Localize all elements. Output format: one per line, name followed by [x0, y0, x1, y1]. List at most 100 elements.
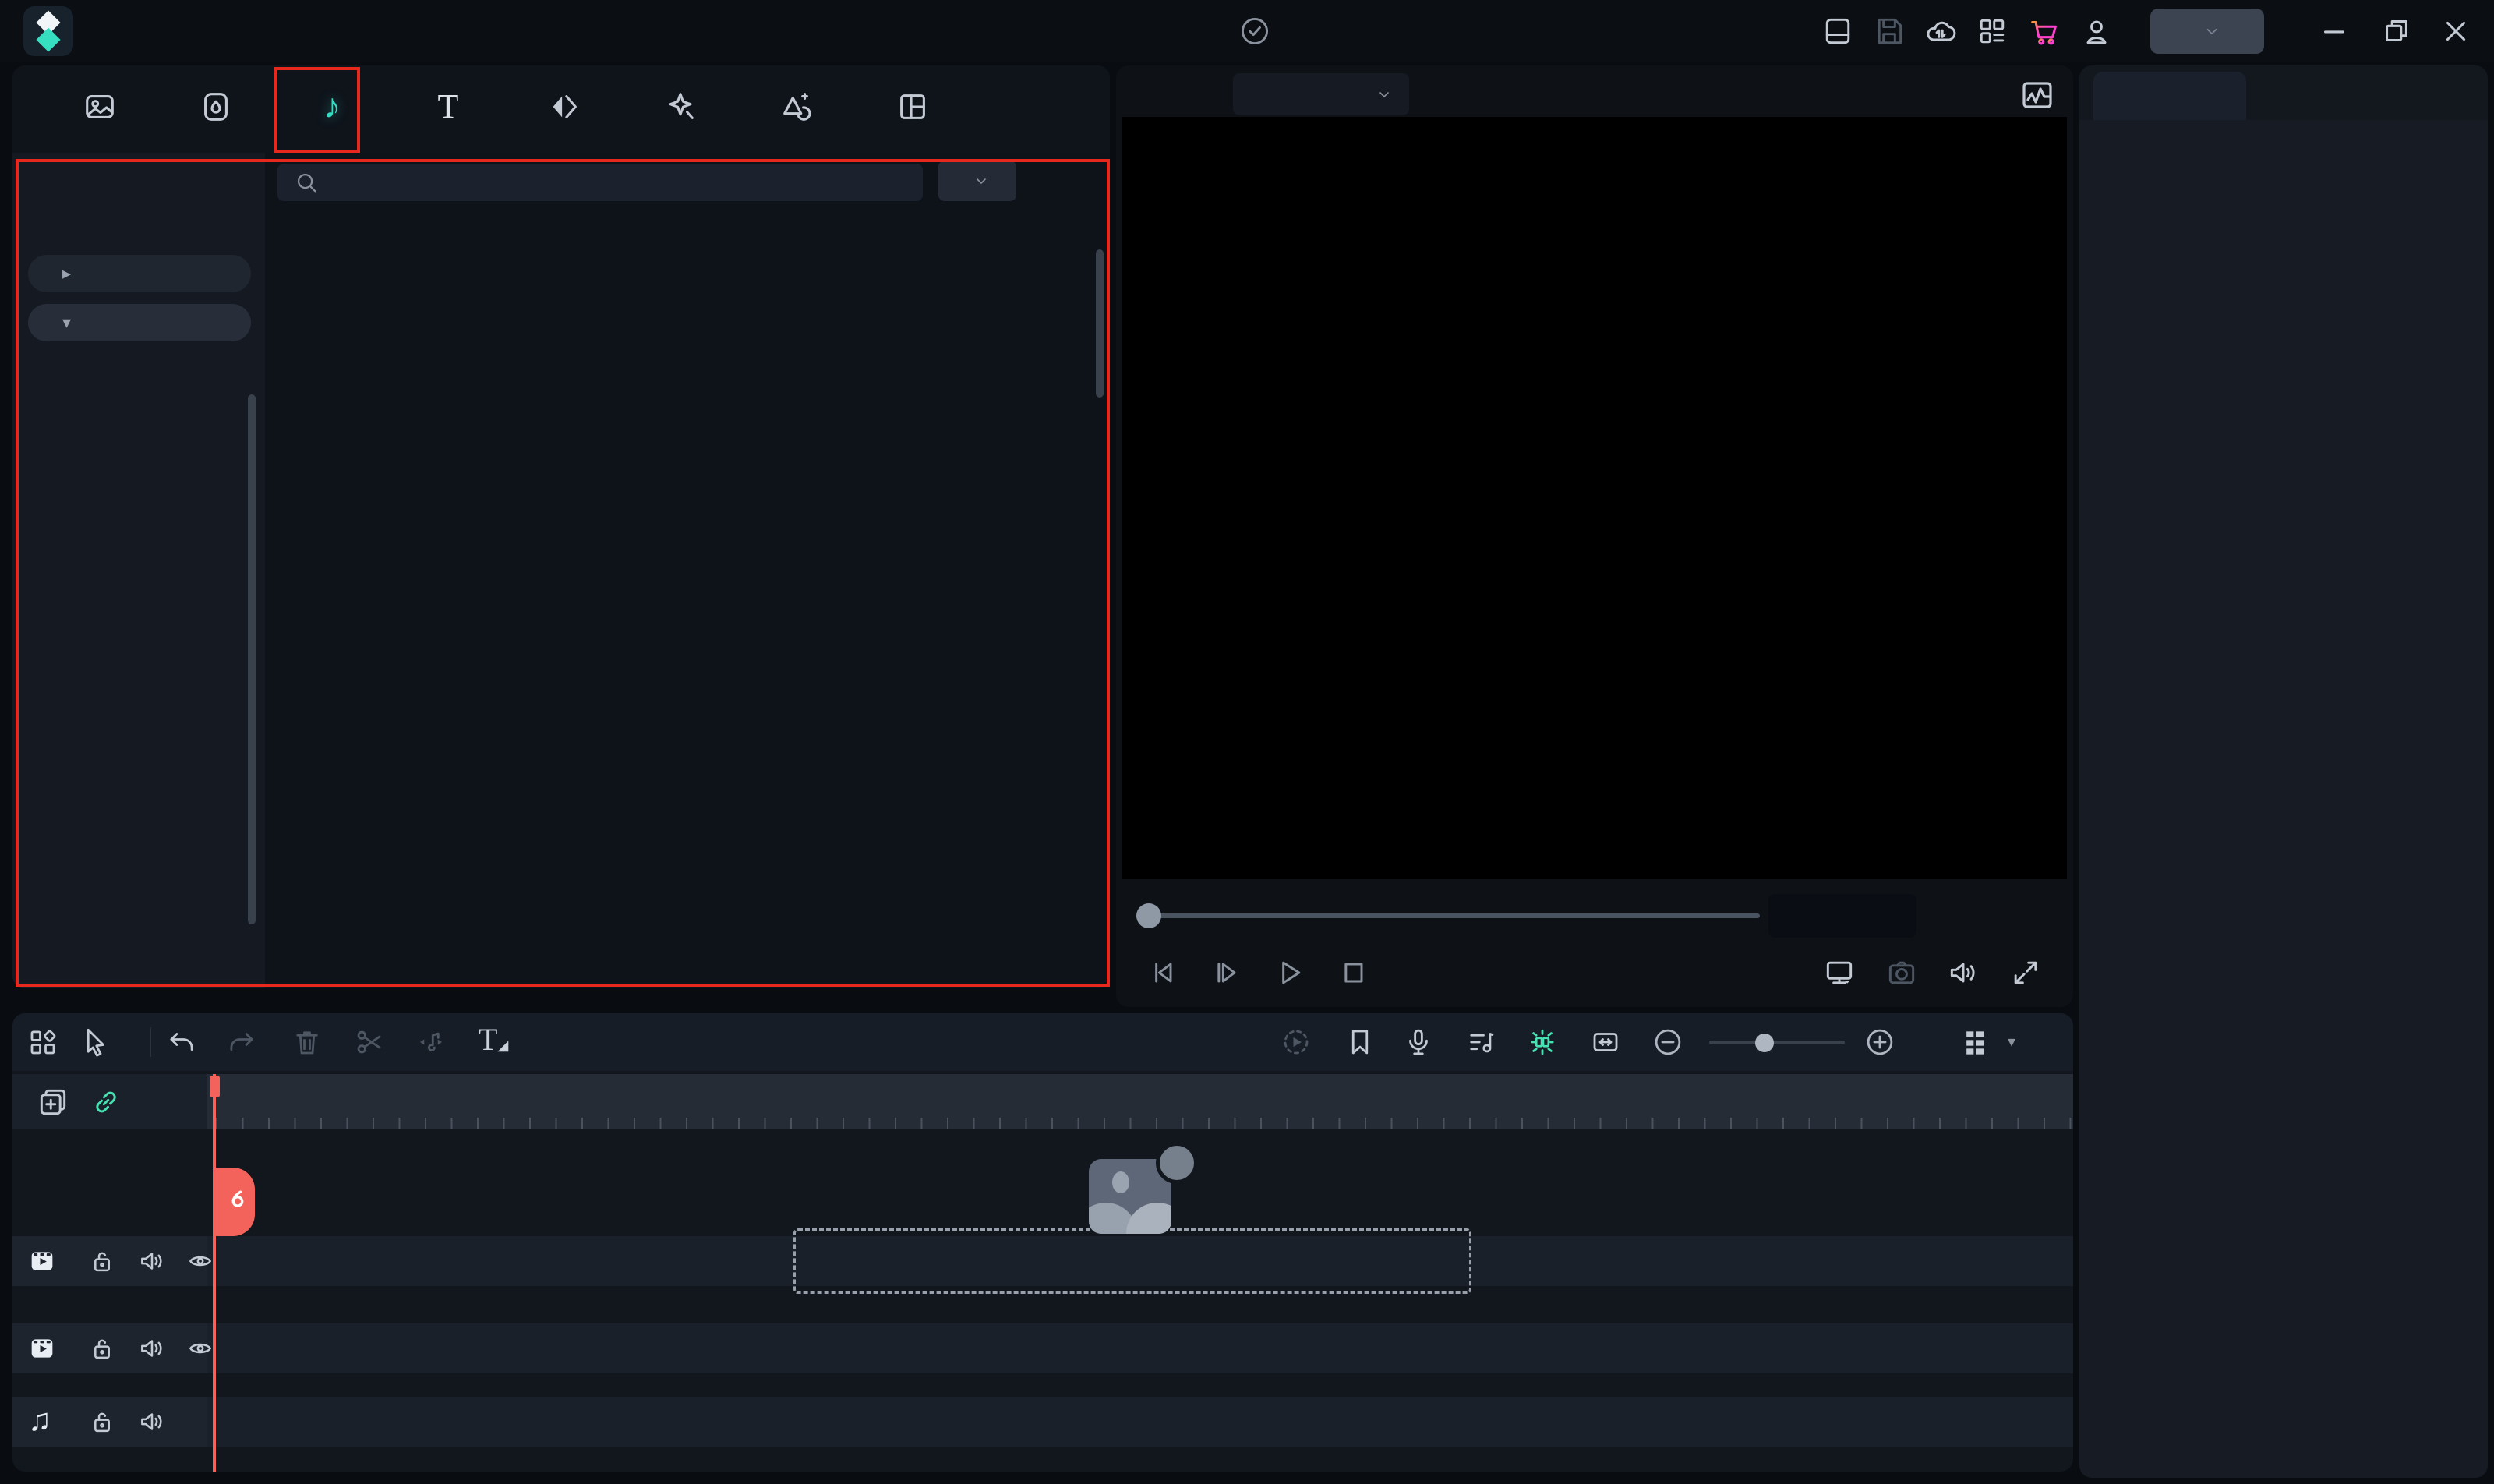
- audio-track-1-lane[interactable]: [207, 1397, 2073, 1447]
- volume-button[interactable]: [1946, 956, 1980, 990]
- stock-icon: [198, 89, 234, 125]
- restore-button[interactable]: [2379, 0, 2415, 62]
- sticker-icon: [779, 89, 814, 125]
- media-board-icon[interactable]: [26, 1026, 59, 1058]
- export-button[interactable]: [2150, 9, 2264, 54]
- more-options-button[interactable]: [1044, 164, 1091, 198]
- tab-stock-library[interactable]: [169, 70, 263, 148]
- record-voiceover-icon[interactable]: [1402, 1026, 1435, 1058]
- eye-icon[interactable]: [185, 1246, 215, 1276]
- tab-project-info[interactable]: [2093, 72, 2246, 120]
- music-note-icon: ♪: [323, 90, 341, 124]
- chevron-down-icon: [1375, 85, 1394, 104]
- tab-effects[interactable]: [634, 70, 727, 148]
- video-track-1-header: [12, 1323, 207, 1373]
- text-icon: T: [438, 90, 459, 124]
- text-tool-icon[interactable]: T◢: [479, 1021, 508, 1058]
- asset-tabstrip: ♪ T: [12, 65, 1110, 153]
- display-device-button[interactable]: [1822, 956, 1856, 990]
- minimize-button[interactable]: [2316, 0, 2352, 62]
- marker-icon[interactable]: [1344, 1026, 1376, 1058]
- tab-text[interactable]: T: [401, 70, 495, 148]
- filter-dropdown[interactable]: [938, 161, 1016, 201]
- lock-icon[interactable]: [87, 1407, 117, 1436]
- transition-icon: [546, 89, 582, 125]
- saved-check-icon: [1238, 14, 1272, 48]
- tab-audio[interactable]: ♪: [285, 70, 379, 148]
- preview-viewport[interactable]: [1122, 117, 2067, 879]
- zoom-in-icon[interactable]: [1863, 1026, 1896, 1058]
- ruler-labels: [207, 1074, 2073, 1129]
- zoom-out-icon[interactable]: [1651, 1026, 1684, 1058]
- cloud-sync-icon[interactable]: [1923, 14, 1958, 48]
- play-button[interactable]: [1272, 956, 1306, 990]
- playhead-glyph-icon: [219, 1185, 253, 1219]
- auto-split-icon[interactable]: [1526, 1026, 1559, 1058]
- mute-icon[interactable]: [137, 1407, 167, 1436]
- track-manager-caret-icon[interactable]: ▾: [2008, 1032, 2015, 1051]
- zoom-slider[interactable]: [1709, 1041, 1845, 1044]
- audio-mixer-icon[interactable]: [1464, 1026, 1497, 1058]
- render-preview-icon[interactable]: [1280, 1026, 1312, 1058]
- ripple-edit-icon[interactable]: [1589, 1026, 1622, 1058]
- project-info-panel: [2079, 65, 2488, 1478]
- mute-icon[interactable]: [137, 1334, 167, 1363]
- sidebar-scrollbar[interactable]: [248, 394, 256, 924]
- playhead-line[interactable]: [213, 1074, 216, 1472]
- cart-icon[interactable]: [2026, 13, 2062, 49]
- next-frame-button[interactable]: [1209, 956, 1243, 990]
- snapshot-button[interactable]: [1885, 956, 1919, 990]
- lock-icon[interactable]: [87, 1334, 117, 1363]
- tab-stickers[interactable]: [750, 70, 843, 148]
- music-scrollbar[interactable]: [1096, 249, 1104, 398]
- titlebar: [0, 0, 2494, 62]
- audio-track-1-header: ♫: [12, 1397, 207, 1447]
- eye-icon[interactable]: [185, 1334, 215, 1363]
- drop-zone[interactable]: [793, 1228, 1471, 1294]
- layout-icon[interactable]: [1821, 14, 1855, 48]
- delete-icon[interactable]: [291, 1026, 323, 1058]
- select-tool-icon[interactable]: [79, 1026, 111, 1058]
- close-button[interactable]: [2438, 0, 2474, 62]
- undo-icon[interactable]: [165, 1026, 198, 1058]
- music-search-input[interactable]: [277, 164, 923, 201]
- tab-transition[interactable]: [518, 70, 611, 148]
- track-manager-icon[interactable]: [1959, 1026, 1994, 1060]
- titlebar-icons: [1821, 0, 2114, 62]
- export-chevron-icon[interactable]: [2202, 21, 2222, 41]
- redo-icon[interactable]: [225, 1026, 258, 1058]
- tab-templates[interactable]: [866, 70, 959, 148]
- mute-icon[interactable]: [137, 1246, 167, 1276]
- search-icon: [293, 169, 320, 196]
- add-media-badge[interactable]: [1156, 1142, 1198, 1184]
- lock-icon[interactable]: [87, 1246, 117, 1276]
- previous-frame-button[interactable]: [1145, 956, 1179, 990]
- playback-slider-handle[interactable]: [1136, 903, 1161, 928]
- video-track-2-header: [12, 1236, 207, 1286]
- current-timecode[interactable]: [1768, 894, 1916, 938]
- audio-track-icon: ♫: [28, 1403, 51, 1438]
- app-logo-icon: [23, 6, 73, 56]
- playback-slider[interactable]: [1146, 913, 1760, 918]
- add-track-icon[interactable]: [36, 1085, 70, 1119]
- app-window: ♪ T: [0, 0, 2494, 1484]
- playhead-handle[interactable]: [214, 1168, 255, 1236]
- media-panel: ♪ T: [12, 65, 1110, 988]
- timeline-toolbar: T◢ ▾: [12, 1013, 2073, 1071]
- dashboard-grid-icon[interactable]: [1975, 14, 2009, 48]
- fullscreen-button[interactable]: [2008, 956, 2043, 990]
- split-scissors-icon[interactable]: [352, 1026, 385, 1058]
- save-icon[interactable]: [1872, 14, 1906, 48]
- zoom-slider-handle[interactable]: [1755, 1034, 1774, 1052]
- user-icon[interactable]: [2079, 14, 2114, 48]
- video-track-icon: [26, 1333, 58, 1364]
- stop-button[interactable]: [1336, 956, 1370, 990]
- video-track-1-lane[interactable]: [207, 1323, 2073, 1373]
- tab-my-media[interactable]: [53, 70, 147, 148]
- scope-icon[interactable]: [2019, 76, 2056, 114]
- player-panel: [1116, 65, 2073, 1007]
- quality-dropdown[interactable]: [1233, 73, 1409, 115]
- video-track-icon: [26, 1246, 58, 1277]
- beat-detect-icon[interactable]: [415, 1026, 447, 1058]
- link-icon[interactable]: [89, 1085, 123, 1119]
